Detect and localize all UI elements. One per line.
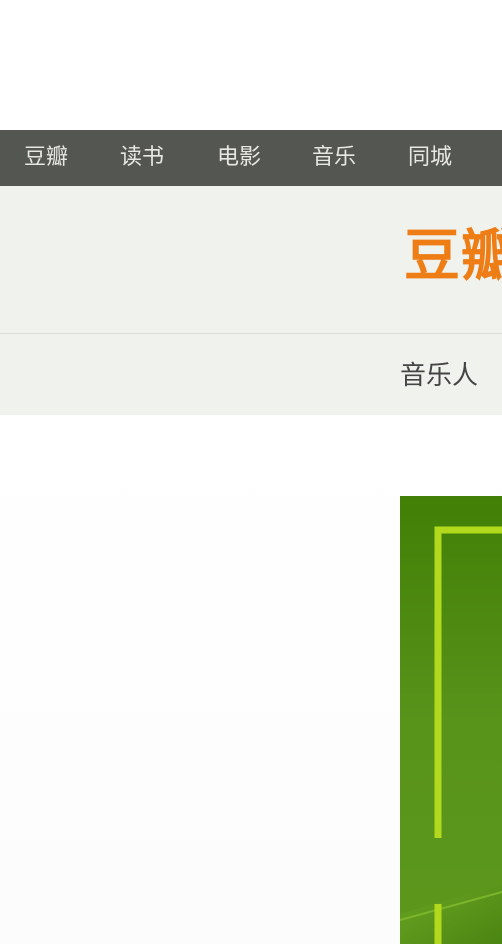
site-header: 豆瓣 音乐人 [0, 186, 502, 415]
promo-banner-image [400, 496, 502, 944]
header-divider [0, 333, 502, 334]
nav-item-local[interactable]: 同城 [408, 130, 452, 186]
nav-item-books[interactable]: 读书 [120, 130, 164, 186]
site-logo[interactable]: 豆瓣 [404, 226, 502, 288]
nav-item-movies[interactable]: 电影 [217, 130, 261, 186]
nav-item-music[interactable]: 音乐 [312, 130, 356, 186]
subnav-item-musician[interactable]: 音乐人 [400, 356, 478, 396]
global-nav-bar: 豆瓣 读书 电影 音乐 同城 [0, 130, 502, 186]
promo-banner[interactable] [400, 496, 502, 944]
nav-item-douban[interactable]: 豆瓣 [24, 130, 68, 186]
page: 豆瓣 读书 电影 音乐 同城 豆瓣 音乐人 [0, 0, 502, 944]
